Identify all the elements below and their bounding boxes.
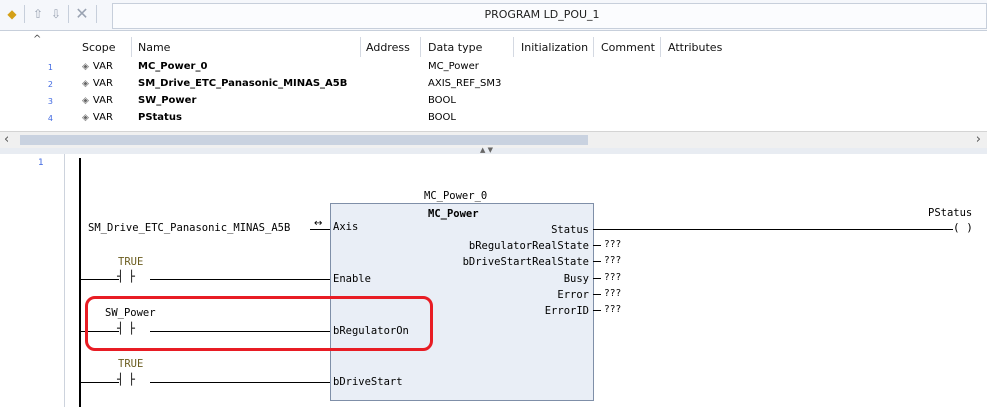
output-pin-errorid[interactable]: ErrorID — [545, 305, 589, 317]
header-scope[interactable]: Scope — [82, 41, 116, 54]
output-pin-status[interactable]: Status — [551, 224, 589, 236]
status-wire — [593, 229, 953, 230]
contact-drive-start[interactable]: ┤ ├ — [117, 373, 135, 386]
wire — [593, 261, 601, 262]
axis-variable[interactable]: SM_Drive_ETC_Panasonic_MINAS_A5B — [88, 222, 290, 234]
variable-type: AXIS_REF_SM3 — [428, 78, 502, 89]
header-name[interactable]: Name — [138, 41, 170, 54]
column-separator[interactable] — [593, 37, 594, 57]
wire — [81, 279, 119, 280]
row-number: 3 — [47, 97, 53, 106]
network-number: 1 — [38, 158, 44, 168]
variable-type: MC_Power — [428, 61, 479, 72]
wire — [593, 278, 601, 279]
fb-instance-name[interactable]: MC_Power_0 — [424, 190, 487, 202]
scrollbar-thumb[interactable] — [20, 135, 588, 145]
scope-cell: ◈ VAR — [82, 78, 113, 89]
pou-icon[interactable]: ◆ — [4, 6, 20, 22]
header-data-type[interactable]: Data type — [428, 41, 482, 54]
variable-type: BOOL — [428, 95, 456, 106]
column-separator[interactable] — [420, 37, 421, 57]
variable-name: PStatus — [138, 112, 182, 123]
input-pin-bdrivestart[interactable]: bDriveStart — [333, 376, 403, 388]
row-number: 2 — [47, 80, 53, 89]
scope-cell: ◈ VAR — [82, 61, 113, 72]
input-pin-enable[interactable]: Enable — [333, 273, 371, 285]
header-address[interactable]: Address — [366, 41, 410, 54]
contact-enable[interactable]: ┤ ├ — [117, 270, 135, 283]
splitter-grip-icon[interactable]: ▲ ▼ — [480, 146, 493, 154]
scope-cell: ◈ VAR — [82, 95, 113, 106]
table-row[interactable]: 1 ◈ VAR MC_Power_0 MC_Power — [0, 61, 987, 77]
coil-pstatus[interactable]: ( ) — [953, 221, 973, 234]
scope-value: VAR — [92, 112, 113, 123]
left-power-rail — [79, 158, 81, 407]
column-separator[interactable] — [360, 37, 361, 57]
variable-name: MC_Power_0 — [138, 61, 208, 72]
variable-type: BOOL — [428, 112, 456, 123]
output-pin-bdrivestartrealstate[interactable]: bDriveStartRealState — [463, 256, 589, 268]
unassigned-output[interactable]: ??? — [604, 272, 621, 283]
table-row[interactable]: 3 ◈ VAR SW_Power BOOL — [0, 95, 987, 111]
program-title: PROGRAM LD_POU_1 — [484, 8, 600, 21]
horizontal-scrollbar[interactable]: ‹ › — [0, 131, 987, 149]
fb-type-name: MC_Power — [428, 208, 479, 220]
wire — [150, 382, 330, 383]
scope-value: VAR — [92, 61, 113, 72]
variable-icon: ◈ — [82, 62, 89, 72]
inout-link-icon: ↔ — [314, 218, 323, 229]
move-down-icon[interactable]: ⇩ — [48, 6, 64, 22]
declarations-table: ^ Scope Name Address Data type Initializ… — [0, 31, 987, 129]
variable-name: SW_Power — [138, 95, 197, 106]
scope-value: VAR — [92, 95, 113, 106]
scope-cell: ◈ VAR — [82, 112, 113, 123]
toolbar-separator — [68, 5, 69, 23]
wire — [150, 279, 330, 280]
scroll-right-icon[interactable]: › — [976, 132, 981, 147]
unassigned-output[interactable]: ??? — [604, 255, 621, 266]
move-up-icon[interactable]: ⇧ — [30, 6, 46, 22]
row-number: 4 — [47, 114, 53, 123]
contact-label-true[interactable]: TRUE — [118, 256, 143, 268]
network-gutter — [0, 154, 65, 407]
coil-label-pstatus[interactable]: PStatus — [928, 207, 972, 219]
wire — [593, 245, 601, 246]
axis-wire — [310, 229, 330, 230]
header-attributes[interactable]: Attributes — [668, 41, 722, 54]
scroll-left-icon[interactable]: ‹ — [4, 132, 9, 147]
output-pin-bregulatorrealstate[interactable]: bRegulatorRealState — [469, 240, 589, 252]
variable-icon: ◈ — [82, 113, 89, 123]
output-pin-error[interactable]: Error — [557, 289, 589, 301]
column-separator[interactable] — [513, 37, 514, 57]
table-row[interactable]: 2 ◈ VAR SM_Drive_ETC_Panasonic_MINAS_A5B … — [0, 78, 987, 94]
toolbar-separator — [96, 5, 97, 23]
header-comment[interactable]: Comment — [601, 41, 655, 54]
table-row[interactable]: 4 ◈ VAR PStatus BOOL — [0, 112, 987, 128]
scope-value: VAR — [92, 78, 113, 89]
delete-icon[interactable]: ✕ — [74, 6, 90, 22]
column-separator[interactable] — [131, 37, 132, 57]
highlight-box — [85, 296, 433, 351]
variable-icon: ◈ — [82, 96, 89, 106]
output-pin-busy[interactable]: Busy — [564, 273, 589, 285]
row-number: 1 — [47, 63, 53, 72]
wire — [593, 310, 601, 311]
collapse-up-icon[interactable]: ^ — [33, 34, 41, 45]
variable-name: SM_Drive_ETC_Panasonic_MINAS_A5B — [138, 78, 348, 89]
toolbar-separator — [24, 5, 25, 23]
wire — [81, 382, 119, 383]
unassigned-output[interactable]: ??? — [604, 288, 621, 299]
header-initialization[interactable]: Initialization — [521, 41, 588, 54]
variable-icon: ◈ — [82, 79, 89, 89]
input-pin-axis[interactable]: Axis — [333, 221, 358, 233]
unassigned-output[interactable]: ??? — [604, 304, 621, 315]
unassigned-output[interactable]: ??? — [604, 239, 621, 250]
contact-label-true[interactable]: TRUE — [118, 358, 143, 370]
column-separator[interactable] — [660, 37, 661, 57]
wire — [593, 294, 601, 295]
